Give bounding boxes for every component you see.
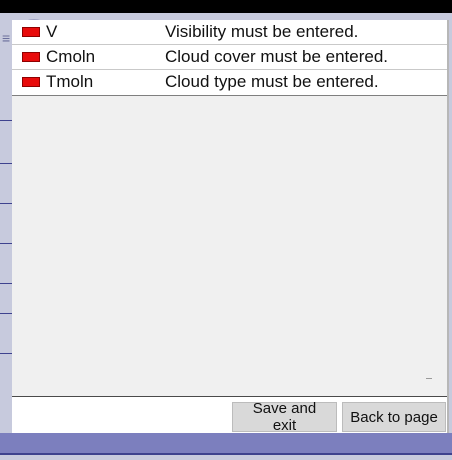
save-and-exit-button[interactable]: Save and exit — [232, 400, 337, 434]
scroll-indicator — [426, 378, 432, 379]
background-divider — [0, 453, 452, 455]
back-to-page-button[interactable]: Back to page — [342, 402, 446, 432]
error-message: Visibility must be entered. — [165, 22, 359, 41]
error-message: Cloud cover must be entered. — [165, 47, 389, 66]
red-flag-icon — [22, 52, 40, 62]
dialog-body — [12, 96, 447, 398]
error-code: Cmoln — [46, 47, 96, 66]
background-band — [0, 433, 452, 453]
error-row[interactable]: Cmoln Cloud cover must be entered. — [12, 45, 447, 70]
error-row[interactable]: Tmoln Cloud type must be entered. — [12, 70, 447, 95]
red-flag-icon — [22, 27, 40, 37]
menu-icon: ≡ — [2, 30, 11, 46]
validation-dialog: V Visibility must be entered. Cmoln Clou… — [12, 20, 449, 434]
error-code: V — [46, 22, 58, 41]
error-code: Tmoln — [46, 72, 94, 91]
error-message: Cloud type must be entered. — [165, 72, 379, 91]
red-flag-icon — [22, 77, 40, 87]
error-list: V Visibility must be entered. Cmoln Clou… — [12, 20, 447, 96]
status-bar — [0, 0, 452, 13]
dialog-footer: Save and exit Back to page — [12, 396, 447, 434]
error-row[interactable]: V Visibility must be entered. — [12, 20, 447, 45]
